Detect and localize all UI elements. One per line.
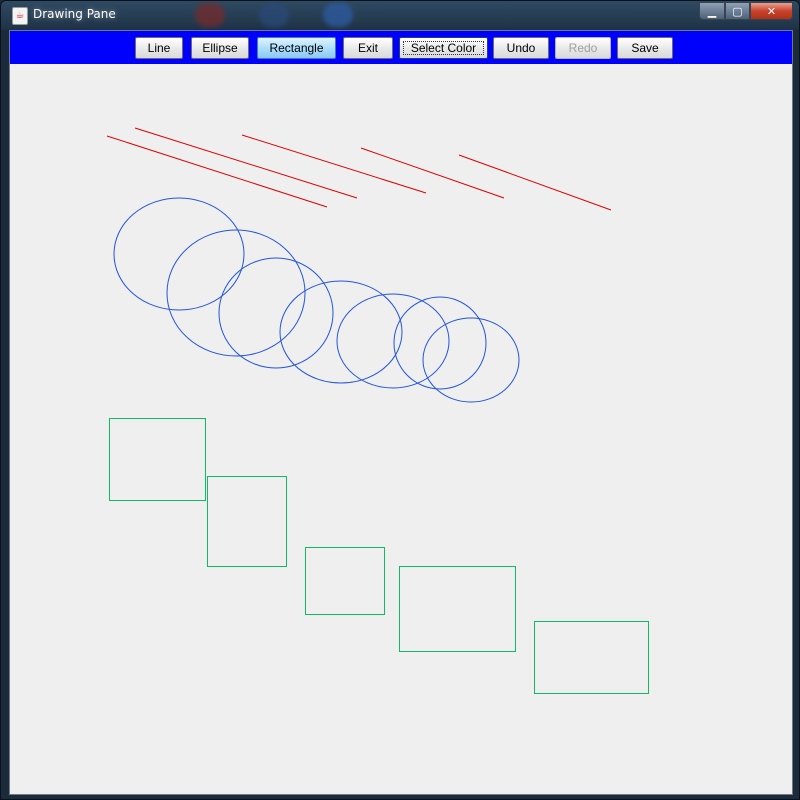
- background-decoration: [195, 3, 225, 27]
- focus-ring: [403, 41, 484, 55]
- undo-button-label: Undo: [506, 41, 536, 55]
- maximize-button[interactable]: ▢: [725, 2, 750, 20]
- save-button[interactable]: Save: [617, 37, 673, 59]
- content-pane: Line Ellipse Rectangle Exit Select Color…: [9, 30, 793, 795]
- drawn-rectangle: [109, 418, 206, 501]
- drawn-line: [360, 147, 505, 199]
- app-window: ☕ Drawing Pane ▁ ▢ ✕ Line Ellipse Rectan…: [0, 0, 800, 800]
- line-button-label: Line: [147, 41, 171, 55]
- rectangles-group: [109, 418, 649, 694]
- ellipses-group: [113, 197, 520, 403]
- close-button[interactable]: ✕: [750, 2, 793, 20]
- rectangle-button[interactable]: Rectangle: [257, 37, 336, 59]
- drawn-line: [458, 154, 612, 211]
- window-title: Drawing Pane: [33, 7, 116, 21]
- redo-button[interactable]: Redo: [555, 37, 611, 59]
- drawn-line: [134, 127, 358, 199]
- title-bar[interactable]: ☕ Drawing Pane ▁ ▢ ✕: [1, 1, 799, 30]
- drawn-rectangle: [305, 547, 385, 615]
- drawn-ellipse: [422, 317, 520, 403]
- undo-button[interactable]: Undo: [493, 37, 549, 59]
- ellipse-button[interactable]: Ellipse: [191, 37, 249, 59]
- drawn-ellipse: [393, 296, 487, 390]
- minimize-button[interactable]: ▁: [699, 2, 725, 20]
- window-controls: ▁ ▢ ✕: [699, 2, 793, 21]
- drawn-line: [106, 135, 328, 208]
- redo-button-label: Redo: [568, 41, 598, 55]
- drawn-rectangle: [399, 566, 516, 652]
- maximize-icon: ▢: [732, 4, 743, 18]
- drawn-ellipse: [218, 257, 334, 369]
- drawing-surface[interactable]: [10, 64, 792, 794]
- drawing-canvas[interactable]: [10, 64, 792, 794]
- exit-button-label: Exit: [357, 41, 378, 55]
- line-button[interactable]: Line: [135, 37, 183, 59]
- minimize-icon: ▁: [707, 4, 717, 18]
- drawn-ellipse: [166, 229, 306, 357]
- close-icon: ✕: [766, 4, 777, 18]
- drawn-ellipse: [336, 293, 450, 389]
- drawn-ellipse: [279, 280, 403, 384]
- background-decoration: [259, 3, 289, 27]
- select-color-button[interactable]: Select Color: [399, 37, 488, 59]
- ellipse-button-label: Ellipse: [202, 41, 238, 55]
- drawn-ellipse: [113, 197, 245, 311]
- exit-button[interactable]: Exit: [343, 37, 393, 59]
- rectangle-button-label: Rectangle: [269, 41, 324, 55]
- toolbar: Line Ellipse Rectangle Exit Select Color…: [10, 31, 792, 64]
- drawn-rectangle: [207, 476, 287, 567]
- save-button-label: Save: [631, 41, 659, 55]
- java-app-icon: ☕: [12, 7, 28, 25]
- drawn-rectangle: [534, 621, 649, 694]
- drawn-line: [241, 134, 427, 194]
- background-decoration: [323, 3, 353, 27]
